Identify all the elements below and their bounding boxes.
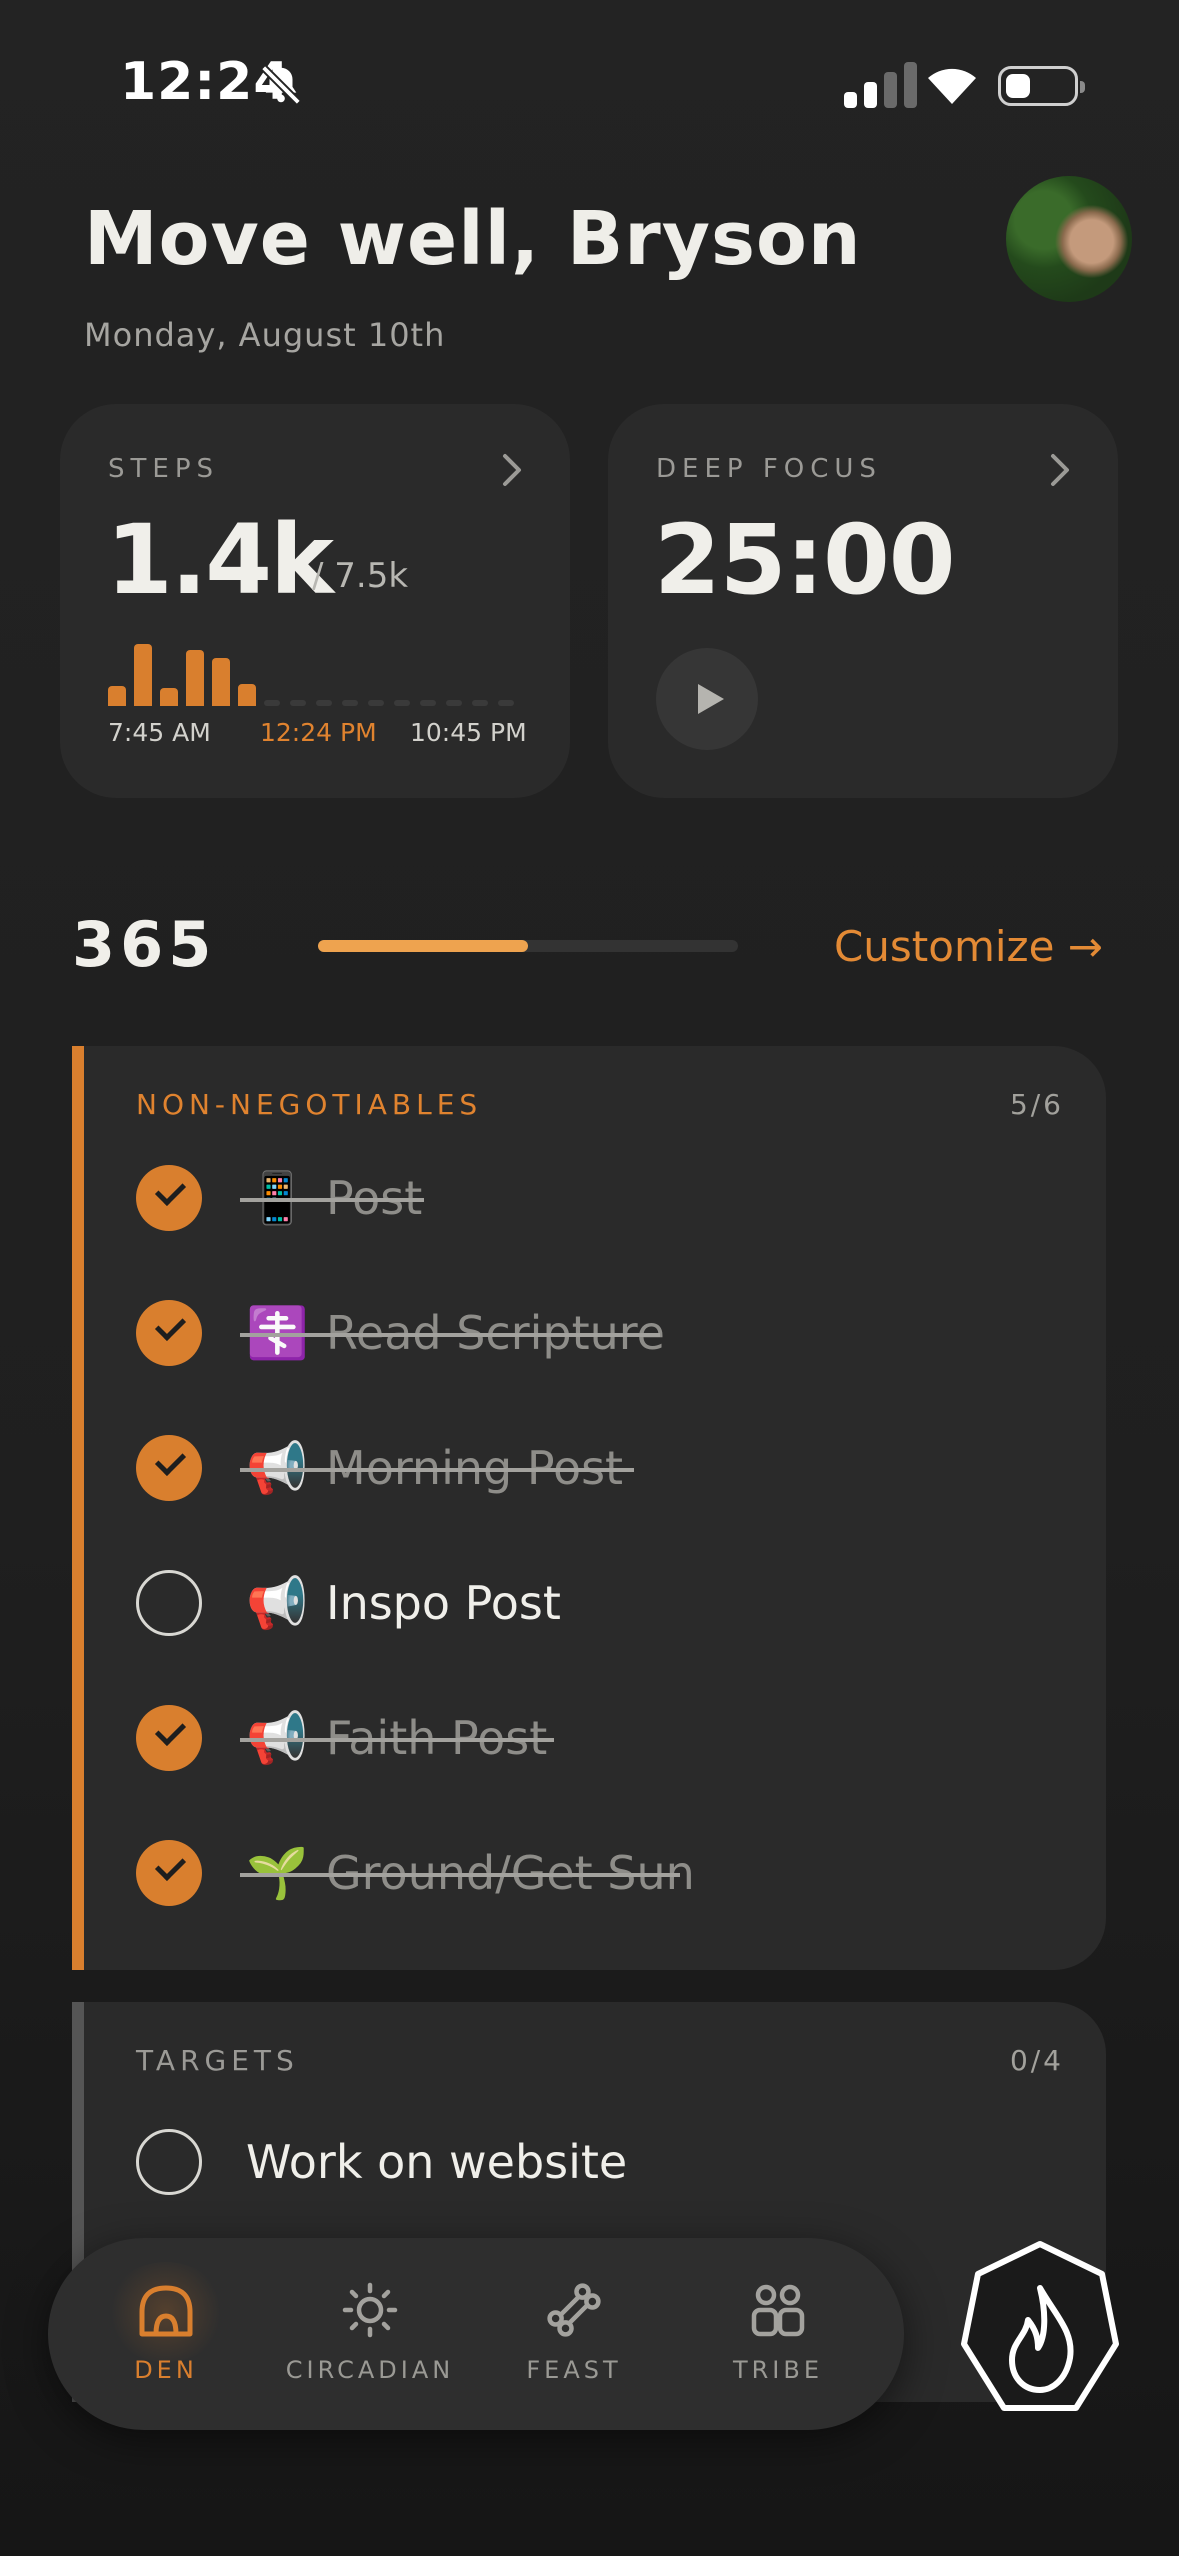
nav-label: CIRCADIAN [285,2356,455,2384]
streak-progress-fill [318,940,528,952]
avatar[interactable] [1006,176,1132,302]
steps-bar [186,650,204,706]
steps-empty-slot [472,700,488,706]
steps-time-now: 12:24 PM [260,718,377,747]
status-bar: 12:24 [0,0,1179,170]
bone-icon [547,2283,601,2337]
nav-circadian[interactable]: CIRCADIAN [270,2282,470,2384]
steps-chart [108,634,524,706]
cellular-signal-icon [844,62,917,108]
steps-bar [212,658,230,706]
task-item[interactable]: 📢 Inspo Post [136,1569,1076,1639]
deep-focus-card[interactable]: DEEP FOCUS 25:00 [608,404,1118,798]
bottom-nav: DEN CIRCADIAN FEAST TRIBE [48,2238,904,2430]
focus-timer: 25:00 [654,504,956,616]
deep-focus-label: DEEP FOCUS [656,454,882,484]
nav-label: FEAST [526,2356,622,2384]
steps-label: STEPS [108,454,219,484]
steps-empty-slot [316,700,332,706]
chevron-right-icon [503,454,521,486]
checkbox-checked[interactable] [136,1435,202,1501]
checkbox-unchecked[interactable] [136,1570,202,1636]
nav-label: TRIBE [732,2356,824,2384]
non-negotiables-section: NON-NEGOTIABLES 5/6 📱 Post ☦️ Read Scrip… [72,1046,1106,1970]
task-item[interactable]: 📢 Morning Post [136,1434,1076,1504]
checkbox-checked[interactable] [136,1165,202,1231]
steps-bar [160,688,178,706]
strikethrough [240,1468,634,1472]
strikethrough [240,1873,680,1877]
chevron-right-icon [1051,454,1069,486]
checkbox-checked[interactable] [136,1840,202,1906]
steps-time-start: 7:45 AM [108,718,211,747]
steps-empty-slot [498,700,514,706]
steps-goal: / 7.5k [312,556,409,596]
section-title: NON-NEGOTIABLES [136,1088,483,1121]
bell-slash-icon [261,65,301,105]
task-item[interactable]: 📱 Post [136,1164,1076,1234]
battery-icon [998,66,1085,106]
steps-value: 1.4k [106,504,334,616]
steps-card[interactable]: STEPS 1.4k / 7.5k 7:45 AM 12:24 PM 10:45… [60,404,570,798]
task-item[interactable]: Work on website [136,2128,1076,2198]
task-item[interactable]: ☦️ Read Scripture [136,1299,1076,1369]
strikethrough [240,1198,424,1202]
strikethrough [240,1333,660,1337]
play-button[interactable] [656,648,758,750]
section-count: 0/4 [1009,2044,1064,2077]
steps-empty-slot [342,700,358,706]
greeting-title: Move well, Bryson [84,196,862,282]
nav-den[interactable]: DEN [66,2282,266,2384]
wifi-icon [928,68,976,104]
nav-label: DEN [134,2356,198,2384]
date-label: Monday, August 10th [84,316,446,354]
streak-count: 365 [72,908,217,981]
checkbox-checked[interactable] [136,1300,202,1366]
nav-feast[interactable]: FEAST [474,2282,674,2384]
section-title: TARGETS [136,2044,299,2077]
task-emoji: 📢 [246,1574,309,1632]
task-label: Work on website [246,2135,628,2189]
task-label: Inspo Post [326,1576,561,1630]
tribe-icon [751,2284,805,2337]
task-item[interactable]: 📢 Faith Post [136,1704,1076,1774]
checkbox-checked[interactable] [136,1705,202,1771]
steps-bar [108,686,126,706]
steps-time-end: 10:45 PM [410,718,527,747]
checkbox-unchecked[interactable] [136,2129,202,2195]
den-icon [139,2285,193,2337]
customize-link[interactable]: Customize → [834,922,1103,971]
streak-progress-bar [318,940,738,952]
sun-icon [342,2282,398,2338]
steps-empty-slot [446,700,462,706]
steps-bar [134,644,152,706]
steps-empty-slot [368,700,384,706]
steps-empty-slot [290,700,306,706]
flame-icon[interactable] [960,2240,1120,2426]
task-item[interactable]: 🌱 Ground/Get Sun [136,1839,1076,1909]
steps-empty-slot [420,700,436,706]
nav-tribe[interactable]: TRIBE [678,2282,878,2384]
steps-empty-slot [264,700,280,706]
steps-empty-slot [394,700,410,706]
strikethrough [240,1738,554,1742]
section-count: 5/6 [1009,1088,1064,1121]
steps-bar [238,684,256,706]
